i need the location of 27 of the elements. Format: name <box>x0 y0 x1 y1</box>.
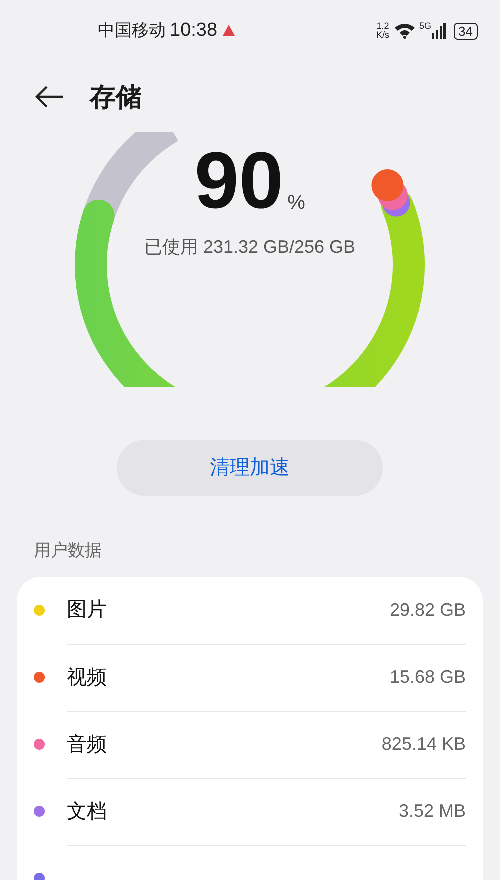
signal-icon <box>432 23 446 39</box>
category-size: 15.68 GB <box>390 666 466 689</box>
category-name: 视频 <box>67 666 108 690</box>
carrier-name: 中国移动 <box>98 20 166 42</box>
category-name: 图片 <box>67 598 108 623</box>
clock: 10:38 <box>170 18 218 43</box>
usage-percent: 90 <box>194 138 284 224</box>
page-title: 存储 <box>90 80 142 114</box>
storage-category-row[interactable]: 文档 3.52 MB <box>17 778 483 844</box>
network-speed: 1.2 K/s <box>376 22 390 40</box>
network-type: 5G <box>420 20 432 33</box>
battery-indicator: 34 <box>454 22 478 40</box>
wifi-icon <box>394 23 416 39</box>
clean-button[interactable]: 清理加速 <box>117 440 383 496</box>
percent-sign: % <box>288 191 306 216</box>
category-size: 3.52 MB <box>398 800 466 823</box>
category-size: 29.82 GB <box>390 598 466 622</box>
back-arrow-icon <box>35 85 65 109</box>
storage-category-row[interactable]: 音频 825.14 KB <box>17 710 483 778</box>
storage-category-row[interactable]: 图片 29.82 GB <box>17 576 483 644</box>
category-size: 825.14 KB <box>382 733 466 756</box>
used-storage-text: 已使用 231.32 GB/256 GB <box>144 236 356 259</box>
app-notification-icon <box>222 24 236 38</box>
storage-category-row[interactable]: 视频 15.68 GB <box>17 644 483 710</box>
category-name: 文档 <box>67 800 108 824</box>
category-name: 音频 <box>67 732 108 758</box>
section-title: 用户数据 <box>34 540 103 562</box>
